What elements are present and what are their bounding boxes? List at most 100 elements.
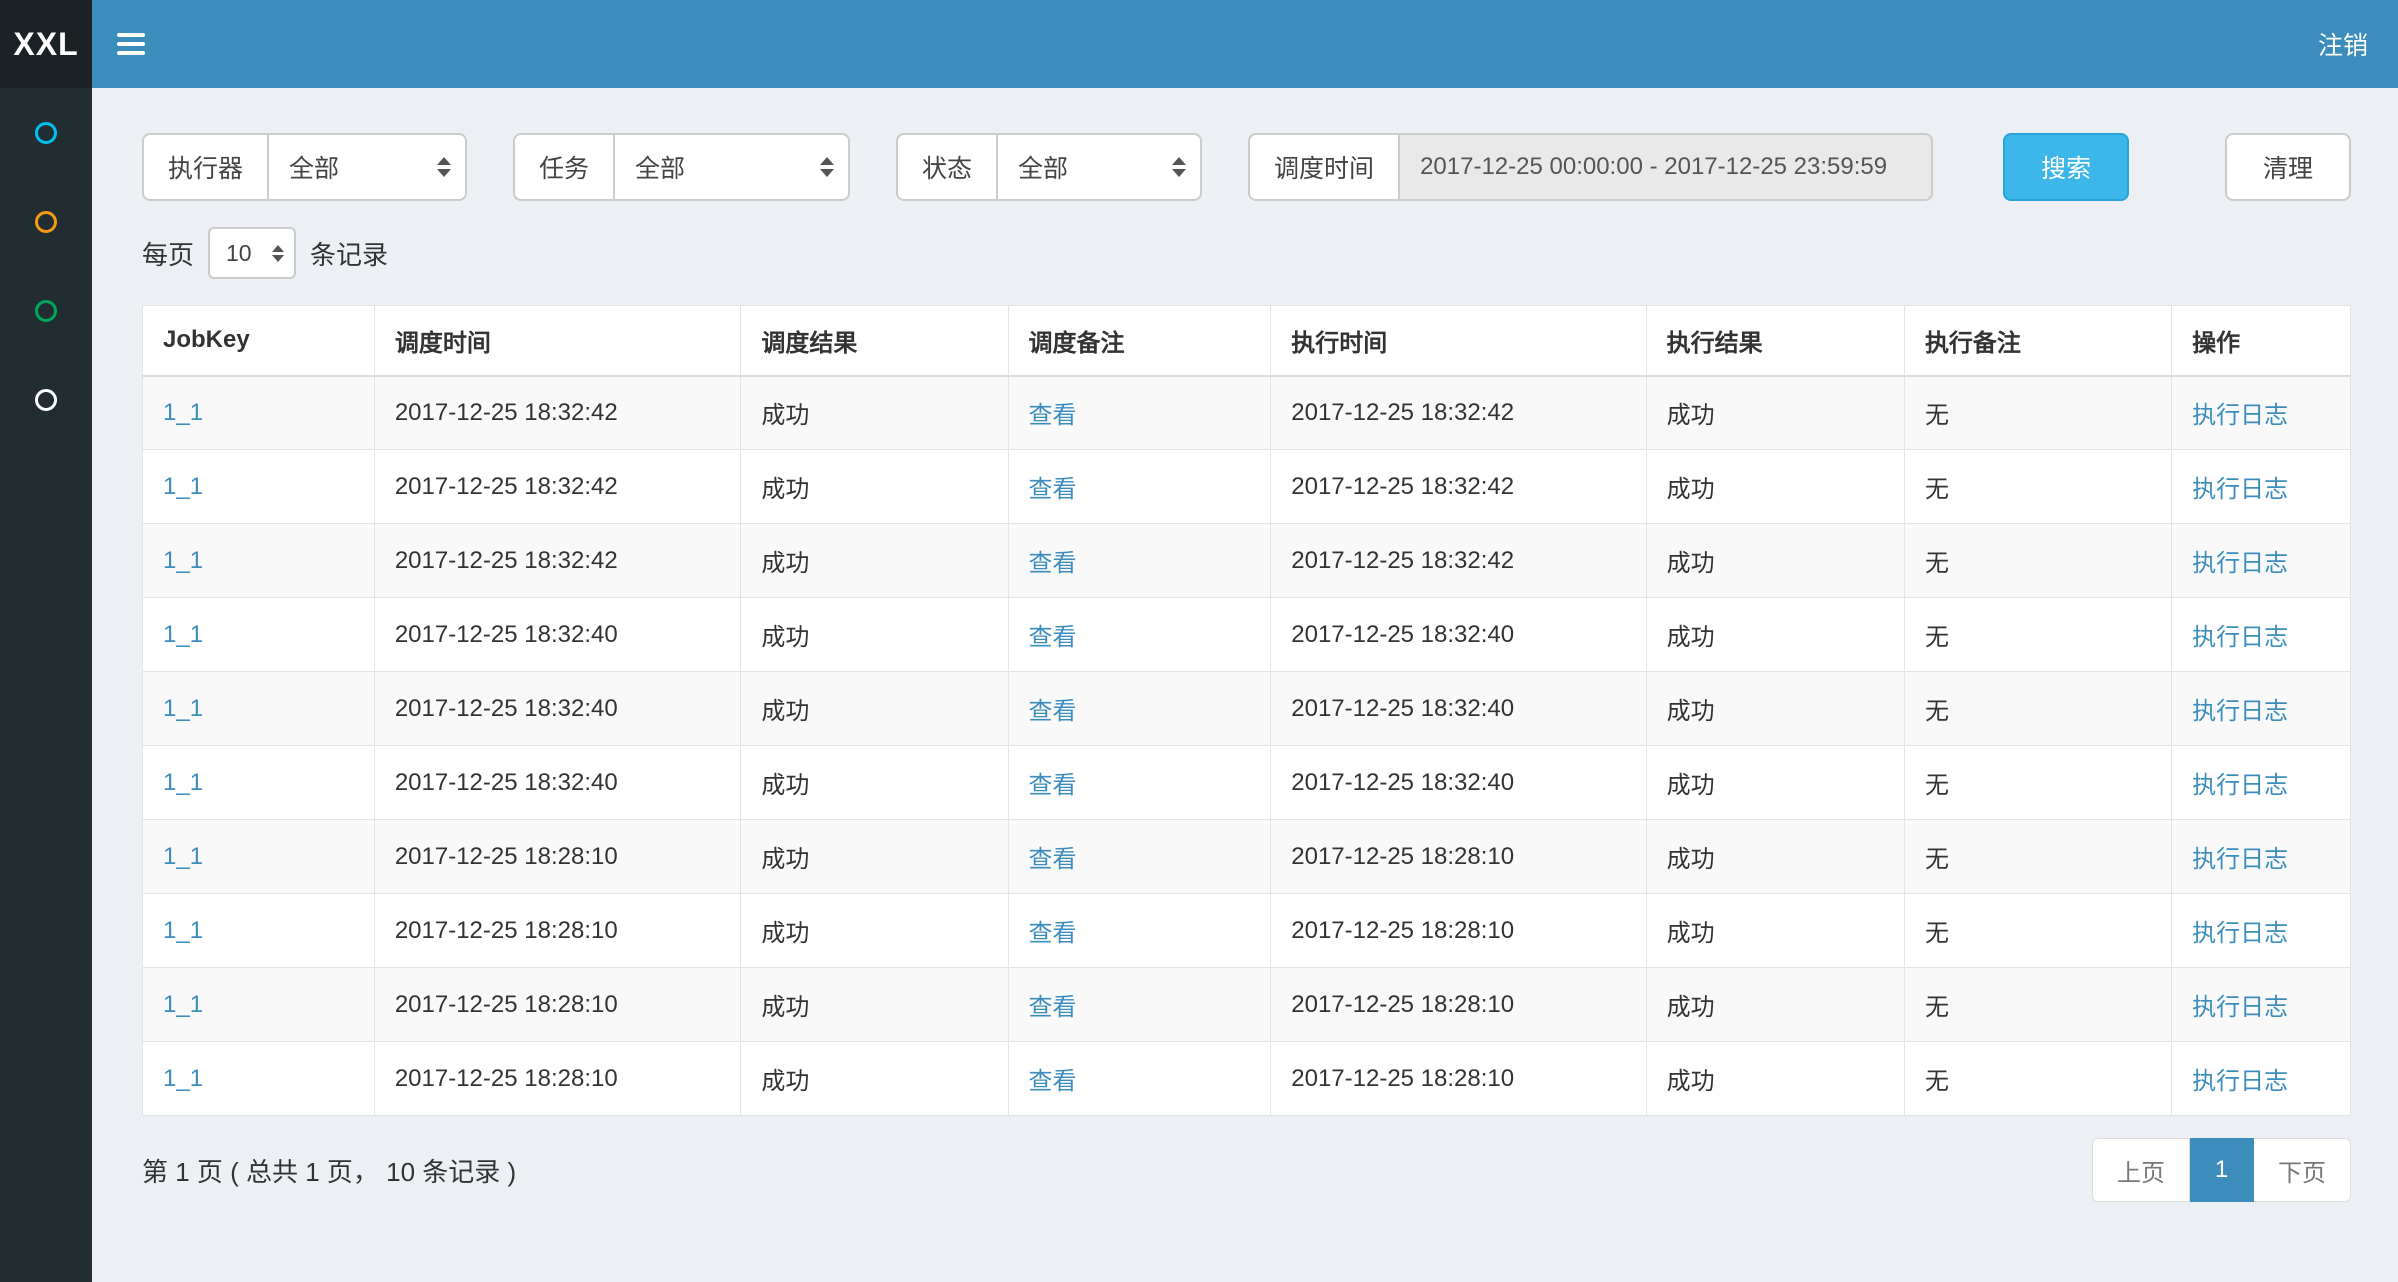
jobkey-link[interactable]: 1_1 [163, 695, 203, 722]
trigger-time-filter-label: 调度时间 [1248, 133, 1398, 201]
prev-page-button[interactable]: 上页 [2092, 1138, 2190, 1202]
job-select[interactable]: 全部 [613, 133, 850, 201]
executor-filter-label: 执行器 [142, 133, 267, 201]
page-size-select-value: 10 [226, 240, 252, 267]
page-size-select[interactable]: 10 [208, 227, 296, 279]
caret-up-icon [1172, 157, 1186, 165]
trigger-msg-link[interactable]: 查看 [1029, 846, 1077, 873]
jobkey-link[interactable]: 1_1 [163, 621, 203, 648]
trigger-msg-link[interactable]: 查看 [1029, 624, 1077, 651]
executor-select[interactable]: 全部 [267, 133, 467, 201]
trigger-time-cell: 2017-12-25 18:28:10 [374, 1042, 741, 1116]
col-handle-msg: 执行备注 [1904, 306, 2171, 376]
sidebar-item-1[interactable] [0, 88, 92, 177]
handle-msg-cell: 无 [1904, 376, 2171, 450]
jobkey-link[interactable]: 1_1 [163, 1065, 203, 1092]
next-page-button[interactable]: 下页 [2254, 1138, 2351, 1202]
sidebar-item-3[interactable] [0, 266, 92, 355]
exec-log-link[interactable]: 执行日志 [2192, 846, 2288, 873]
exec-log-link[interactable]: 执行日志 [2192, 994, 2288, 1021]
select-spinner-icon [437, 157, 451, 177]
table-row: 1_1 2017-12-25 18:28:10 成功 查看 2017-12-25… [143, 968, 2351, 1042]
handle-result-cell: 成功 [1646, 524, 1904, 598]
jobkey-link[interactable]: 1_1 [163, 769, 203, 796]
exec-log-link[interactable]: 执行日志 [2192, 1068, 2288, 1095]
trigger-result-cell: 成功 [741, 968, 1008, 1042]
log-table: JobKey 调度时间 调度结果 调度备注 执行时间 执行结果 执行备注 操作 … [142, 305, 2351, 1116]
handle-msg-cell: 无 [1904, 450, 2171, 524]
sidebar-item-4[interactable] [0, 355, 92, 444]
trigger-msg-link[interactable]: 查看 [1029, 994, 1077, 1021]
current-page-button[interactable]: 1 [2190, 1138, 2254, 1202]
table-row: 1_1 2017-12-25 18:28:10 成功 查看 2017-12-25… [143, 1042, 2351, 1116]
logout-link[interactable]: 注销 [2318, 26, 2368, 62]
handle-msg-cell: 无 [1904, 894, 2171, 968]
jobkey-link[interactable]: 1_1 [163, 473, 203, 500]
main-content: 调度日志 任务调度中心 执行器 全部 任务 全部 状态 全部 [92, 0, 2398, 1226]
exec-log-link[interactable]: 执行日志 [2192, 402, 2288, 429]
circle-icon [35, 389, 57, 411]
clear-button[interactable]: 清理 [2225, 133, 2351, 201]
jobkey-link[interactable]: 1_1 [163, 991, 203, 1018]
trigger-result-cell: 成功 [741, 894, 1008, 968]
trigger-time-cell: 2017-12-25 18:32:40 [374, 672, 741, 746]
handle-time-cell: 2017-12-25 18:32:40 [1271, 598, 1646, 672]
status-select[interactable]: 全部 [996, 133, 1202, 201]
search-button[interactable]: 搜索 [2003, 133, 2129, 201]
select-spinner-icon [820, 157, 834, 177]
trigger-time-cell: 2017-12-25 18:28:10 [374, 968, 741, 1042]
handle-time-cell: 2017-12-25 18:32:40 [1271, 746, 1646, 820]
trigger-time-cell: 2017-12-25 18:32:42 [374, 524, 741, 598]
exec-log-link[interactable]: 执行日志 [2192, 476, 2288, 503]
exec-log-link[interactable]: 执行日志 [2192, 772, 2288, 799]
top-navbar: XXL 注销 [0, 0, 2398, 88]
handle-result-cell: 成功 [1646, 894, 1904, 968]
trigger-time-range-input[interactable] [1398, 133, 1933, 201]
executor-select-value: 全部 [289, 149, 339, 185]
trigger-msg-link[interactable]: 查看 [1029, 698, 1077, 725]
sidebar-item-2[interactable] [0, 177, 92, 266]
handle-msg-cell: 无 [1904, 598, 2171, 672]
executor-filter-group: 执行器 全部 [142, 133, 467, 201]
handle-msg-cell: 无 [1904, 820, 2171, 894]
table-row: 1_1 2017-12-25 18:32:42 成功 查看 2017-12-25… [143, 524, 2351, 598]
jobkey-link[interactable]: 1_1 [163, 917, 203, 944]
caret-up-icon [272, 245, 284, 252]
table-row: 1_1 2017-12-25 18:28:10 成功 查看 2017-12-25… [143, 894, 2351, 968]
exec-log-link[interactable]: 执行日志 [2192, 698, 2288, 725]
handle-time-cell: 2017-12-25 18:28:10 [1271, 894, 1646, 968]
page-size-row: 每页 10 条记录 [142, 227, 2351, 279]
jobkey-link[interactable]: 1_1 [163, 547, 203, 574]
trigger-msg-link[interactable]: 查看 [1029, 476, 1077, 503]
trigger-msg-link[interactable]: 查看 [1029, 1068, 1077, 1095]
select-spinner-icon [272, 245, 284, 262]
exec-log-link[interactable]: 执行日志 [2192, 920, 2288, 947]
trigger-msg-link[interactable]: 查看 [1029, 550, 1077, 577]
job-select-value: 全部 [635, 149, 685, 185]
handle-msg-cell: 无 [1904, 524, 2171, 598]
col-trigger-time: 调度时间 [374, 306, 741, 376]
col-trigger-msg: 调度备注 [1008, 306, 1271, 376]
caret-down-icon [1172, 169, 1186, 177]
trigger-msg-link[interactable]: 查看 [1029, 920, 1077, 947]
sidebar-toggle-button[interactable] [92, 0, 170, 88]
trigger-msg-link[interactable]: 查看 [1029, 772, 1077, 799]
app-logo[interactable]: XXL [0, 0, 92, 88]
caret-down-icon [272, 255, 284, 262]
jobkey-link[interactable]: 1_1 [163, 843, 203, 870]
filter-toolbar: 执行器 全部 任务 全部 状态 全部 调度时间 搜索 清理 [142, 133, 2351, 201]
trigger-msg-link[interactable]: 查看 [1029, 402, 1077, 429]
handle-result-cell: 成功 [1646, 968, 1904, 1042]
handle-msg-cell: 无 [1904, 672, 2171, 746]
handle-time-cell: 2017-12-25 18:32:42 [1271, 450, 1646, 524]
handle-time-cell: 2017-12-25 18:28:10 [1271, 1042, 1646, 1116]
handle-time-cell: 2017-12-25 18:32:42 [1271, 524, 1646, 598]
jobkey-link[interactable]: 1_1 [163, 399, 203, 426]
handle-time-cell: 2017-12-25 18:32:40 [1271, 672, 1646, 746]
table-footer: 第 1 页 ( 总共 1 页， 10 条记录 ) 上页 1 下页 [142, 1138, 2351, 1226]
exec-log-link[interactable]: 执行日志 [2192, 550, 2288, 577]
handle-result-cell: 成功 [1646, 450, 1904, 524]
page-size-prefix-label: 每页 [142, 235, 194, 272]
exec-log-link[interactable]: 执行日志 [2192, 624, 2288, 651]
table-row: 1_1 2017-12-25 18:32:40 成功 查看 2017-12-25… [143, 746, 2351, 820]
